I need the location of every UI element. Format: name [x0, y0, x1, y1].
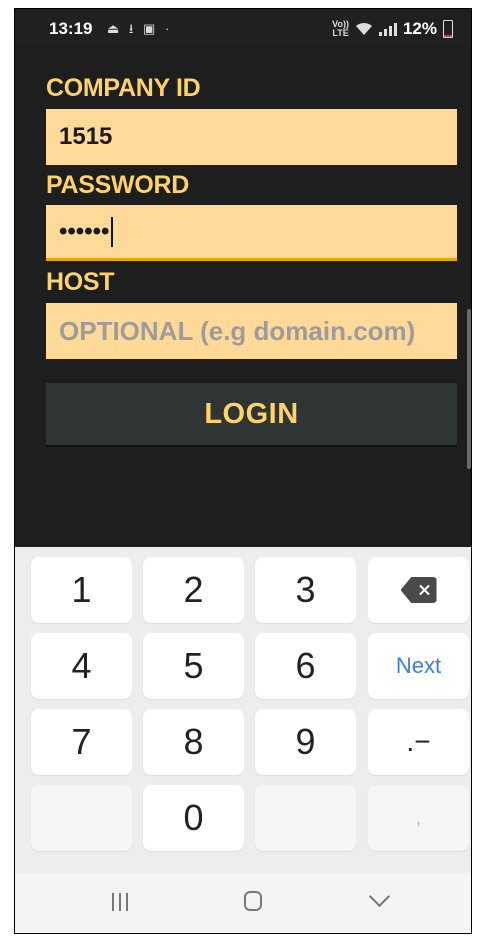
empty-key-left: [31, 785, 132, 851]
home-icon[interactable]: [244, 891, 262, 911]
key-3[interactable]: 3: [255, 557, 356, 623]
status-bar: 13:19 ⏏ ⭳ ▣ · Vo)) LTE 12%: [15, 9, 471, 45]
navigation-bar: [15, 873, 471, 933]
key-0[interactable]: 0: [143, 785, 244, 851]
key-4[interactable]: 4: [31, 633, 132, 699]
phone-screen: 13:19 ⏏ ⭳ ▣ · Vo)) LTE 12% COMPANY ID 15…: [14, 8, 472, 934]
host-field[interactable]: OPTIONAL (e.g domain.com): [46, 303, 457, 359]
scrollbar[interactable]: [467, 309, 471, 469]
company-id-label: COMPANY ID: [46, 74, 201, 102]
next-key[interactable]: Next: [368, 633, 469, 699]
company-id-value: 1515: [59, 123, 113, 150]
key-7[interactable]: 7: [31, 709, 132, 775]
wifi-icon: [355, 22, 372, 35]
volte-icon: Vo)) LTE: [332, 20, 349, 38]
recent-apps-icon[interactable]: [110, 893, 132, 911]
battery-percent: 12%: [402, 19, 437, 38]
password-label: PASSWORD: [46, 171, 189, 199]
key-2[interactable]: 2: [143, 557, 244, 623]
key-1[interactable]: 1: [31, 557, 132, 623]
network-bottom-label: LTE: [332, 28, 349, 38]
password-field[interactable]: ••••••: [46, 205, 457, 261]
key-9[interactable]: 9: [255, 709, 356, 775]
numeric-keyboard: 1 2 3 4 5 6 Next 7 8 9 .− 0 ,: [15, 547, 471, 873]
notification-icons: ⏏ ⭳ ▣ ·: [107, 21, 173, 36]
text-cursor: [111, 216, 114, 247]
empty-key-right: [255, 785, 356, 851]
key-5[interactable]: 5: [143, 633, 244, 699]
company-id-field[interactable]: 1515: [46, 109, 457, 165]
status-time: 13:19: [49, 19, 93, 38]
battery-icon: [443, 20, 453, 38]
key-8[interactable]: 8: [143, 709, 244, 775]
backspace-key[interactable]: [368, 557, 469, 623]
comma-key[interactable]: ,: [368, 785, 469, 851]
key-6[interactable]: 6: [255, 633, 356, 699]
backspace-icon: [400, 577, 437, 603]
host-placeholder: OPTIONAL (e.g domain.com): [59, 315, 416, 346]
password-value: ••••••: [59, 217, 110, 245]
host-label: HOST: [46, 268, 115, 296]
signal-icon: [378, 22, 397, 36]
back-chevron-icon[interactable]: [368, 885, 391, 908]
status-right: Vo)) LTE 12%: [332, 19, 453, 39]
login-button[interactable]: LOGIN: [46, 383, 457, 447]
punctuation-key[interactable]: .−: [368, 709, 469, 775]
